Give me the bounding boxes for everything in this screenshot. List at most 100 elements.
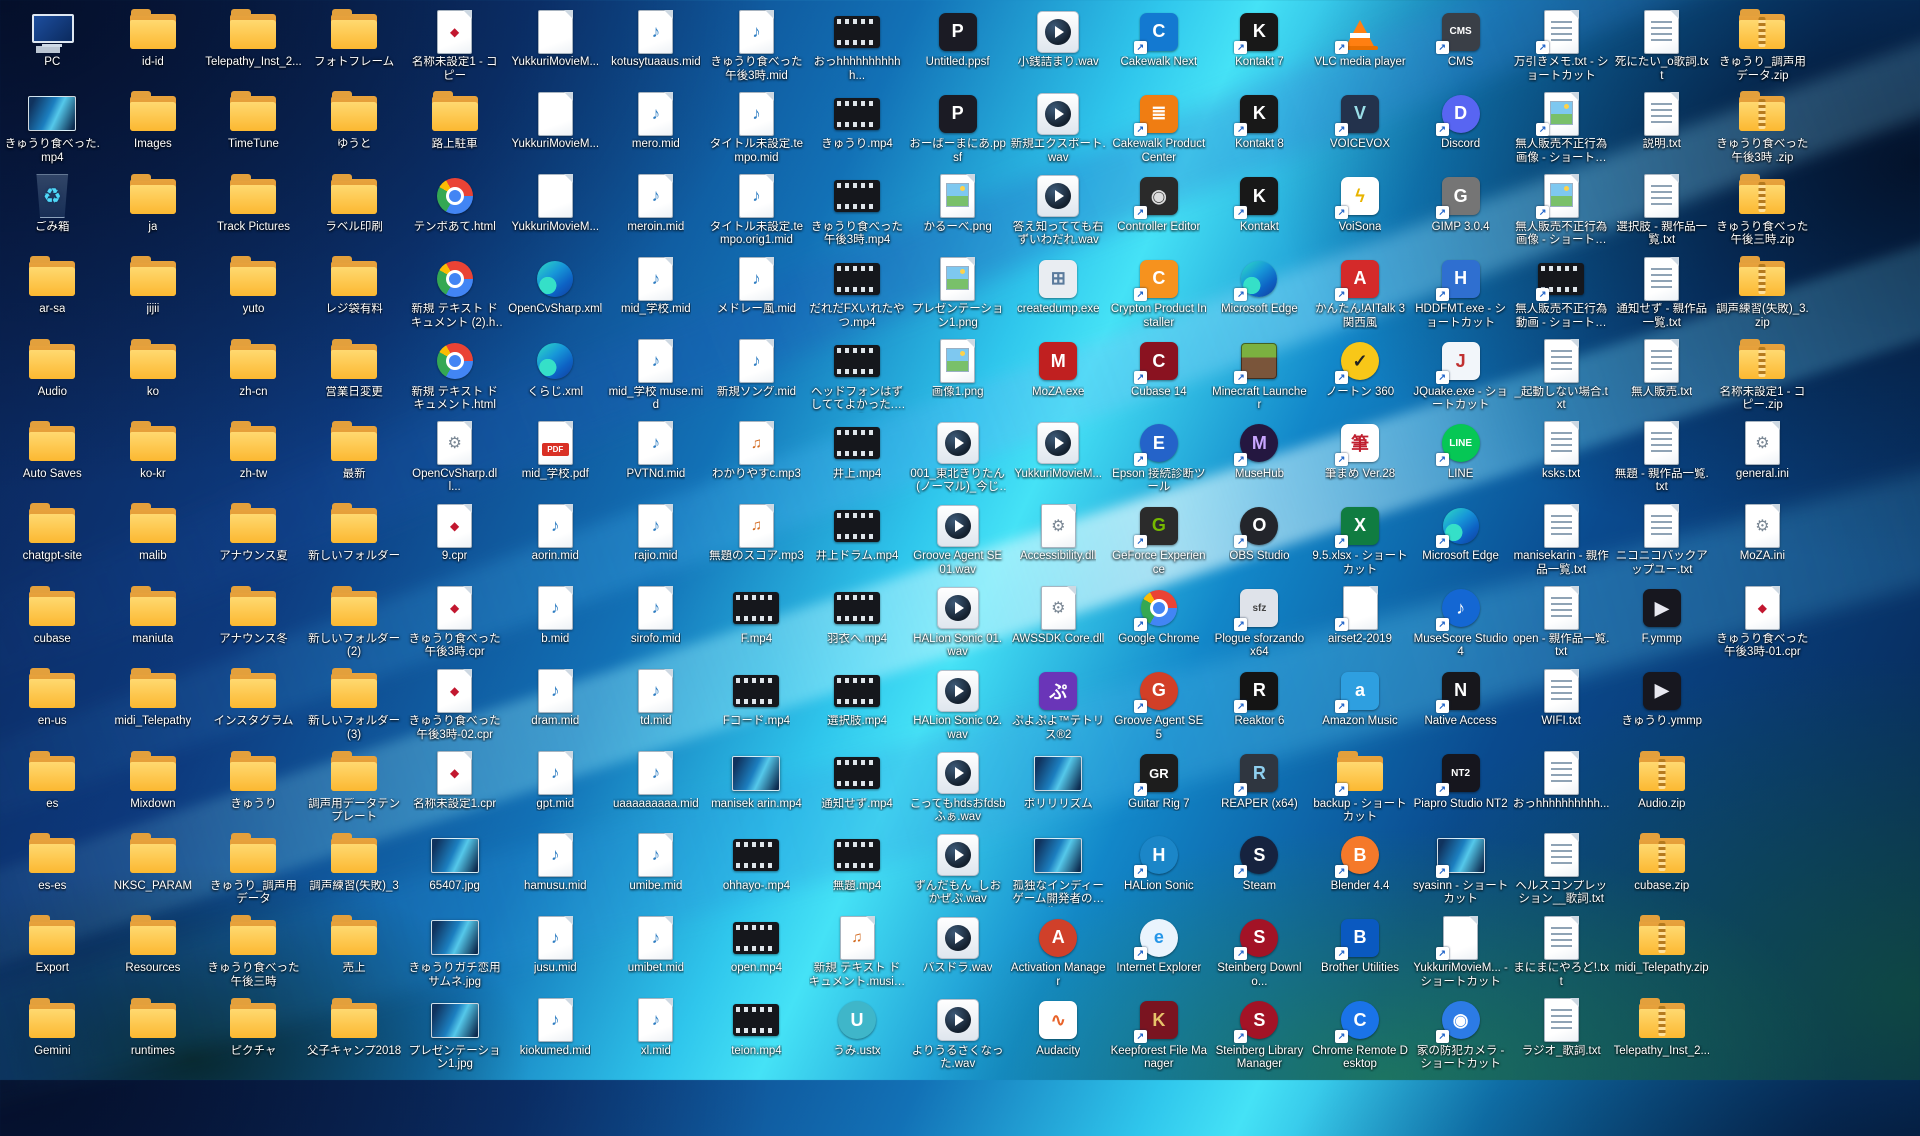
desktop-icon[interactable]: 井上.mp4 bbox=[807, 418, 908, 500]
desktop-icon[interactable]: NT2 Piapro Studio NT2 bbox=[1410, 748, 1511, 830]
desktop-icon[interactable]: P Untitled.ppsf bbox=[907, 6, 1008, 88]
desktop-icon[interactable]: A Activation Manager bbox=[1008, 912, 1109, 994]
desktop-icon[interactable]: ラベル印刷 bbox=[304, 171, 405, 253]
desktop-icon[interactable]: Gemini bbox=[2, 995, 103, 1077]
desktop-icon[interactable]: きゅうり_調声用データ.zip bbox=[1712, 6, 1813, 88]
desktop-icon[interactable]: HALion Sonic 01.wav bbox=[907, 583, 1008, 665]
desktop-icon[interactable]: アナウンス冬 bbox=[203, 583, 304, 665]
desktop-icon[interactable]: ◉ 家の防犯カメラ - ショートカット bbox=[1410, 995, 1511, 1077]
desktop-icon[interactable]: レジ袋有料 bbox=[304, 253, 405, 335]
desktop-icon[interactable]: ヘルスコンプレッション__歌詞.txt bbox=[1511, 830, 1612, 912]
desktop-icon[interactable]: 路上駐車 bbox=[404, 88, 505, 170]
desktop-icon[interactable]: 答え知ってても右ずいわだれ.wav bbox=[1008, 171, 1109, 253]
desktop-icon[interactable]: G GeForce Experience bbox=[1109, 500, 1210, 582]
desktop-icon[interactable]: C Cubase 14 bbox=[1109, 336, 1210, 418]
desktop-icon[interactable]: B Brother Utilities bbox=[1310, 912, 1411, 994]
desktop-icon[interactable]: きゅうり食べった.mp4 bbox=[2, 88, 103, 170]
desktop-icon[interactable]: PC bbox=[2, 6, 103, 88]
desktop-icon[interactable]: きゅうり食べった午後3時-01.cpr bbox=[1712, 583, 1813, 665]
desktop-icon[interactable]: aorin.mid bbox=[505, 500, 606, 582]
desktop-icon[interactable]: Telepathy_Inst_2... bbox=[203, 6, 304, 88]
desktop-icon[interactable]: uaaaaaaaaa.mid bbox=[606, 748, 707, 830]
desktop-icon[interactable]: midi_Telepathy bbox=[103, 665, 204, 747]
desktop-icon[interactable]: きゅうり食べった午後3時 .zip bbox=[1712, 88, 1813, 170]
desktop-icon[interactable]: ko bbox=[103, 336, 204, 418]
desktop-icon[interactable]: teion.mp4 bbox=[706, 995, 807, 1077]
desktop-icon[interactable]: 新規ソング.mid bbox=[706, 336, 807, 418]
desktop-icon[interactable]: 孤独なインディーゲーム開発者の一生 ... bbox=[1008, 830, 1109, 912]
desktop-icon[interactable]: GR Guitar Rig 7 bbox=[1109, 748, 1210, 830]
desktop-icon[interactable]: 売上 bbox=[304, 912, 405, 994]
desktop-icon[interactable]: 9.cpr bbox=[404, 500, 505, 582]
desktop-icon[interactable]: b.mid bbox=[505, 583, 606, 665]
desktop-icon[interactable]: インスタグラム bbox=[203, 665, 304, 747]
desktop-icon[interactable]: es bbox=[2, 748, 103, 830]
desktop-icon[interactable]: 父子キャンプ2018 bbox=[304, 995, 405, 1077]
desktop-icon[interactable]: 名称未設定1 - コピー bbox=[404, 6, 505, 88]
desktop-icon[interactable]: 通知せず.mp4 bbox=[807, 748, 908, 830]
desktop-icon[interactable]: runtimes bbox=[103, 995, 204, 1077]
desktop-icon[interactable]: タイトル未設定.tempo.orig1.mid bbox=[706, 171, 807, 253]
desktop-icon[interactable]: ポリリリズム bbox=[1008, 748, 1109, 830]
desktop-icon[interactable]: わかりやすc.mp3 bbox=[706, 418, 807, 500]
desktop-icon[interactable]: C Crypton Product Installer bbox=[1109, 253, 1210, 335]
desktop-icon[interactable]: R Reaktor 6 bbox=[1209, 665, 1310, 747]
desktop-icon[interactable]: よりうるさくなった.wav bbox=[907, 995, 1008, 1077]
desktop-icon[interactable]: ko-kr bbox=[103, 418, 204, 500]
desktop-icon[interactable]: TimeTune bbox=[203, 88, 304, 170]
desktop-icon[interactable]: きゅうりガチ恋用サムネ.jpg bbox=[404, 912, 505, 994]
desktop-icon[interactable]: rajio.mid bbox=[606, 500, 707, 582]
desktop-icon[interactable]: U うみ.ustx bbox=[807, 995, 908, 1077]
desktop-icon[interactable]: きゅうり.mp4 bbox=[807, 88, 908, 170]
desktop-icon[interactable]: メドレー風.mid bbox=[706, 253, 807, 335]
desktop-icon[interactable]: ごみ箱 bbox=[2, 171, 103, 253]
desktop-icon[interactable]: 画像1.png bbox=[907, 336, 1008, 418]
desktop-icon[interactable]: cubase bbox=[2, 583, 103, 665]
desktop-icon[interactable]: かるーべ.png bbox=[907, 171, 1008, 253]
desktop-icon[interactable]: 選択肢 - 親作品一覧.txt bbox=[1612, 171, 1713, 253]
desktop-icon[interactable]: フォトフレーム bbox=[304, 6, 405, 88]
desktop-icon[interactable]: A かんたん!AITalk 3 関西風 bbox=[1310, 253, 1411, 335]
desktop-icon[interactable]: くらじ.xml bbox=[505, 336, 606, 418]
desktop-icon[interactable]: アナウンス夏 bbox=[203, 500, 304, 582]
desktop-icon[interactable]: Images bbox=[103, 88, 204, 170]
desktop-icon[interactable]: K Kontakt 7 bbox=[1209, 6, 1310, 88]
desktop-icon[interactable]: dram.mid bbox=[505, 665, 606, 747]
desktop-icon[interactable]: yuto bbox=[203, 253, 304, 335]
desktop-icon[interactable]: ゆうと bbox=[304, 88, 405, 170]
desktop-icon[interactable]: 説明.txt bbox=[1612, 88, 1713, 170]
desktop-icon[interactable]: gpt.mid bbox=[505, 748, 606, 830]
desktop-icon[interactable]: F.mp4 bbox=[706, 583, 807, 665]
desktop-icon[interactable]: a Amazon Music bbox=[1310, 665, 1411, 747]
desktop-icon[interactable]: 調声用データテンプレート bbox=[304, 748, 405, 830]
desktop-icon[interactable]: td.mid bbox=[606, 665, 707, 747]
desktop-icon[interactable]: e Internet Explorer bbox=[1109, 912, 1210, 994]
desktop-icon[interactable]: Groove Agent SE 01.wav bbox=[907, 500, 1008, 582]
desktop-icon[interactable]: こってもhdsおfdsbふぁ.wav bbox=[907, 748, 1008, 830]
desktop-icon[interactable]: mid_学校.pdf bbox=[505, 418, 606, 500]
desktop-icon[interactable]: id-id bbox=[103, 6, 204, 88]
desktop-icon[interactable]: Minecraft Launcher bbox=[1209, 336, 1310, 418]
desktop-icon[interactable]: タイトル未設定.tempo.mid bbox=[706, 88, 807, 170]
desktop-icon[interactable]: M MoZA.exe bbox=[1008, 336, 1109, 418]
desktop-icon[interactable]: ja bbox=[103, 171, 204, 253]
desktop-icon[interactable]: 新規 テキスト ドキュメント (2).html bbox=[404, 253, 505, 335]
desktop-icon[interactable]: zh-cn bbox=[203, 336, 304, 418]
desktop-icon[interactable]: 新規エクスポート.wav bbox=[1008, 88, 1109, 170]
desktop-icon[interactable]: umibet.mid bbox=[606, 912, 707, 994]
desktop-icon[interactable]: VLC media player bbox=[1310, 6, 1411, 88]
desktop[interactable]: { "desktop": { "wallpaper": { "palette":… bbox=[0, 0, 1920, 1080]
desktop-icon[interactable]: 無人販売.txt bbox=[1612, 336, 1713, 418]
desktop-icon[interactable]: H HALion Sonic bbox=[1109, 830, 1210, 912]
desktop-icon[interactable]: ar-sa bbox=[2, 253, 103, 335]
desktop-icon[interactable]: 通知せず - 親作品一覧.txt bbox=[1612, 253, 1713, 335]
desktop-icon[interactable]: 無題のスコア.mp3 bbox=[706, 500, 807, 582]
desktop-icon[interactable]: 営業日変更 bbox=[304, 336, 405, 418]
desktop-icon[interactable]: Accessibility.dll bbox=[1008, 500, 1109, 582]
desktop-icon[interactable]: ∿ Audacity bbox=[1008, 995, 1109, 1077]
desktop-icon[interactable]: 無人販売不正行為画像 - ショートカット bbox=[1511, 171, 1612, 253]
desktop-icon[interactable]: おっhhhhhhhhhh... bbox=[1511, 748, 1612, 830]
desktop-icon[interactable]: 001_東北きりたん(ノーマル)_今じゃ... bbox=[907, 418, 1008, 500]
desktop-icon[interactable]: sfz Plogue sforzando x64 bbox=[1209, 583, 1310, 665]
desktop-icon[interactable]: 無題 - 親作品一覧.txt bbox=[1612, 418, 1713, 500]
